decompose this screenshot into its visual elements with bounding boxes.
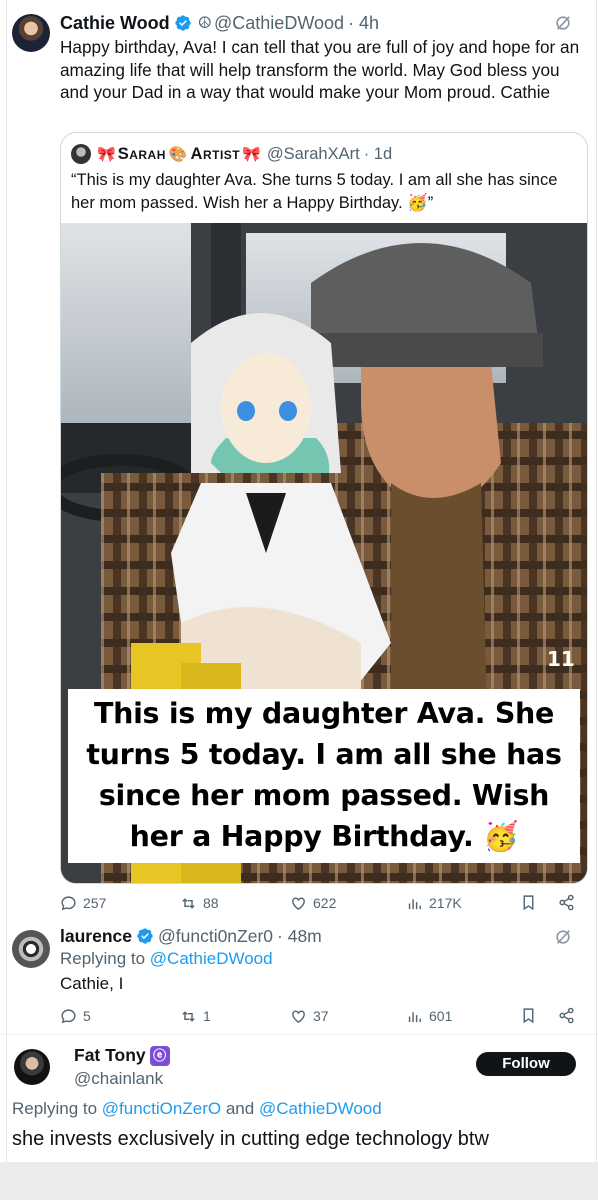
views-button[interactable]: 601	[406, 1005, 452, 1027]
replying-to-link-2[interactable]: @CathieDWood	[259, 1099, 382, 1118]
reply1-author-name[interactable]: laurence	[60, 926, 132, 947]
reply1-header: laurence @functi0nZer0 · 48m	[60, 924, 322, 948]
reply1-replying-to: Replying to @CathieDWood	[60, 949, 273, 969]
reply2-text: she invests exclusively in cutting edge …	[12, 1128, 489, 1150]
reply-divider	[0, 1034, 598, 1035]
quoted-tweet-text: “This is my daughter Ava. She turns 5 to…	[71, 171, 558, 212]
avatar-fat-tony[interactable]	[14, 1049, 50, 1085]
main-tweet-actions: 257 88 622 217K	[60, 892, 580, 914]
main-tweet-header: Cathie Wood ☮ @CathieDWood · 4h	[60, 10, 379, 36]
reply-button[interactable]: 257	[60, 892, 106, 914]
bow-icon: 🎀	[242, 146, 261, 163]
bow-icon: 🎀	[97, 146, 116, 163]
replying-to-link[interactable]: @CathieDWood	[150, 949, 273, 968]
reply-icon	[61, 895, 76, 910]
quoted-tweet-header: 🎀 Sarah 🎨 Artist 🎀 @SarahXArt · 1d	[71, 143, 392, 165]
author-handle[interactable]: @CathieDWood	[214, 13, 344, 34]
quoted-tweet-card[interactable]: 🎀 Sarah 🎨 Artist 🎀 @SarahXArt · 1d “This…	[60, 132, 588, 884]
quoted-author-handle[interactable]: @SarahXArt	[267, 145, 360, 164]
reply2-author-name[interactable]: Fat Tony	[74, 1045, 146, 1066]
right-border	[596, 0, 597, 1162]
grok-icon[interactable]	[554, 928, 572, 946]
peace-icon: ☮	[197, 15, 213, 32]
repost-count: 88	[203, 895, 219, 911]
replying-and: and	[225, 1099, 255, 1118]
reply1-text: Cathie, I	[60, 974, 124, 993]
reply2-replying-to: Replying to @functiOnZerO and @CathieDWo…	[12, 1099, 382, 1119]
affiliate-badge-icon: ⓔ	[149, 1045, 170, 1066]
like-icon	[292, 1009, 305, 1023]
image-page-number: 11	[547, 647, 575, 671]
repost-button[interactable]: 1	[180, 1005, 211, 1027]
author-name[interactable]: Cathie Wood	[60, 13, 170, 34]
views-icon	[408, 898, 421, 909]
repost-count: 1	[203, 1008, 211, 1024]
views-icon	[408, 1011, 421, 1022]
reply-count: 257	[83, 895, 107, 911]
verified-badge-icon	[137, 928, 153, 944]
grok-icon[interactable]	[554, 14, 572, 32]
image-caption: This is my daughter Ava. She turns 5 tod…	[68, 689, 580, 863]
replying-to-link-1[interactable]: @functiOnZerO	[102, 1099, 221, 1118]
main-tweet-text: Happy birthday, Ava! I can tell that you…	[60, 37, 580, 102]
avatar-sarah[interactable]	[71, 144, 91, 164]
like-icon	[292, 896, 305, 910]
reply-count: 5	[83, 1008, 91, 1024]
tweet-time[interactable]: · 4h	[348, 13, 379, 34]
like-count: 622	[313, 895, 337, 911]
bookmark-icon[interactable]	[520, 894, 537, 911]
quoted-author-name-part1[interactable]: Sarah	[118, 145, 166, 164]
repost-button[interactable]: 88	[180, 892, 219, 914]
avatar-laurence[interactable]	[12, 930, 50, 968]
reply1-author-handle[interactable]: @functi0nZer0	[158, 926, 273, 947]
verified-badge-icon	[174, 15, 191, 31]
share-icon[interactable]	[558, 894, 575, 911]
like-button[interactable]: 37	[290, 1005, 329, 1027]
repost-icon	[182, 1010, 195, 1022]
follow-button[interactable]: Follow	[476, 1052, 576, 1076]
replying-prefix: Replying to	[12, 1099, 98, 1118]
reply1-time[interactable]: · 48m	[277, 926, 322, 947]
replying-prefix: Replying to	[60, 949, 146, 968]
avatar-cathie[interactable]	[12, 14, 50, 52]
palette-icon: 🎨	[168, 146, 188, 163]
like-button[interactable]: 622	[290, 892, 336, 914]
reply-icon	[61, 1008, 76, 1023]
like-count: 37	[313, 1008, 329, 1024]
reply2-author-handle[interactable]: @chainlank	[74, 1069, 163, 1089]
reply-button[interactable]: 5	[60, 1005, 91, 1027]
page-bottom-margin	[0, 1162, 598, 1200]
tweet-thread: Cathie Wood ☮ @CathieDWood · 4h Happy bi…	[0, 0, 598, 1162]
quoted-author-name-part2[interactable]: Artist	[191, 145, 241, 164]
repost-icon	[182, 897, 195, 909]
view-count: 217K	[429, 895, 462, 911]
quoted-tweet-image[interactable]: 11 This is my daughter Ava. She turns 5 …	[61, 223, 587, 883]
bookmark-icon[interactable]	[520, 1007, 537, 1024]
share-icon[interactable]	[558, 1007, 575, 1024]
view-count: 601	[429, 1008, 453, 1024]
quoted-tweet-time[interactable]: · 1d	[364, 145, 392, 164]
left-border	[6, 0, 7, 1162]
views-button[interactable]: 217K	[406, 892, 462, 914]
reply1-actions: 5 1 37 601	[60, 1005, 580, 1027]
reply2-author: Fat Tony ⓔ	[74, 1045, 170, 1066]
